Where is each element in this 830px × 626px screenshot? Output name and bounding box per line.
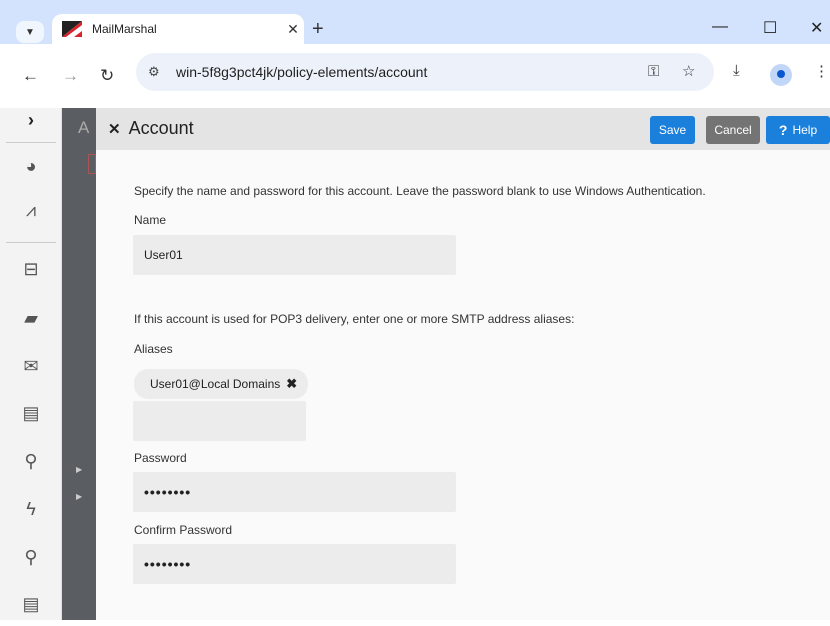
sidebar-item-server[interactable]: ⊟ [0, 247, 62, 291]
tune-icon[interactable]: ⚙ [148, 64, 176, 80]
confirm-password-label: Confirm Password [134, 523, 233, 537]
intro-text: Specify the name and password for this a… [134, 184, 706, 198]
help-button[interactable]: ? Help [766, 116, 830, 144]
browser-tab-strip: ▼ MailMarshal ✕ + — ☐ ✕ [0, 0, 830, 44]
background-heading: A [78, 118, 90, 137]
arrow-right-icon[interactable]: → [62, 66, 79, 86]
cancel-button[interactable]: Cancel [706, 116, 760, 144]
more-vertical-icon[interactable]: ⋮ [814, 62, 829, 80]
chevron-right-icon: › [28, 109, 34, 130]
alias-input[interactable] [133, 401, 306, 441]
name-label: Name [134, 213, 167, 227]
envelope-icon: ✉ [23, 355, 39, 376]
browser-tab[interactable]: MailMarshal ✕ [52, 14, 304, 44]
app-area: › ◕ ⩘ ⊟ ▰ ✉ ▤ ⚲ ϟ ⚲ ▤ A ▶ ▶ ✕ Account Sa… [0, 108, 830, 620]
key-icon[interactable]: ⚿ [648, 63, 659, 80]
password-label: Password [134, 451, 187, 465]
panel-title-text: Account [128, 118, 194, 138]
sidebar-item-search[interactable]: ⚲ [0, 439, 62, 483]
aliases-label: Aliases [134, 342, 173, 356]
confirm-password-field[interactable]: •••••••• [133, 544, 456, 584]
sidebar-item-documents-2[interactable]: ▤ [0, 582, 62, 626]
sidebar-item-documents[interactable]: ▤ [0, 391, 62, 435]
url-text: win-5f8g3pct4jk/policy-elements/account [176, 64, 428, 80]
mailmarshal-logo-icon [62, 21, 82, 37]
close-icon[interactable]: ✕ [108, 120, 121, 138]
sidebar-item-reports[interactable]: ⩘ [0, 188, 62, 232]
sidebar-item-mail[interactable]: ✉ [0, 344, 62, 388]
document-icon: ▤ [22, 593, 40, 614]
chevron-down-icon: ▼ [25, 26, 35, 38]
gauge-icon: ◕ [25, 155, 37, 176]
sidebar: › ◕ ⩘ ⊟ ▰ ✉ ▤ ⚲ ϟ ⚲ ▤ [0, 108, 62, 620]
alias-chip-text: User01@Local Domains [150, 377, 281, 391]
alias-chip: User01@Local Domains ✖ [134, 369, 308, 399]
close-icon[interactable]: ✕ [282, 21, 304, 38]
background-overlay: A ▶ ▶ [62, 108, 96, 620]
document-icon: ▤ [22, 402, 40, 423]
panel-header: ✕ Account Save Cancel ? Help [96, 108, 830, 150]
account-panel: ✕ Account Save Cancel ? Help Specify the… [96, 108, 830, 620]
browser-toolbar: ← → ↻ ⚙ win-5f8g3pct4jk/policy-elements/… [0, 44, 830, 108]
close-window-icon[interactable]: ✕ [810, 18, 823, 38]
expand-sidebar-button[interactable]: › [0, 98, 62, 142]
minimize-icon[interactable]: — [712, 18, 728, 36]
sidebar-item-folders[interactable]: ▰ [0, 296, 62, 340]
remove-icon[interactable]: ✖ [286, 376, 297, 392]
bolt-icon: ϟ [26, 498, 36, 519]
reload-icon[interactable]: ↻ [100, 66, 114, 86]
search-icon: ⚲ [24, 546, 38, 567]
plus-icon[interactable]: + [312, 18, 324, 41]
caret-right-icon: ▶ [76, 465, 83, 474]
tab-title: MailMarshal [92, 22, 157, 36]
chart-line-icon: ⩘ [25, 199, 37, 220]
arrow-left-icon[interactable]: ← [22, 66, 39, 86]
help-label: Help [792, 123, 818, 137]
caret-right-icon: ▶ [76, 492, 83, 501]
download-icon[interactable]: ⤓ [733, 62, 740, 79]
address-bar[interactable]: ⚙ win-5f8g3pct4jk/policy-elements/accoun… [136, 53, 714, 91]
sidebar-item-search-2[interactable]: ⚲ [0, 535, 62, 579]
star-icon[interactable]: ☆ [682, 62, 695, 80]
search-icon: ⚲ [24, 450, 38, 471]
sidebar-item-actions[interactable]: ϟ [0, 487, 62, 531]
background-marker [88, 154, 96, 174]
question-icon: ? [778, 122, 788, 138]
password-field[interactable]: •••••••• [133, 472, 456, 512]
maximize-icon[interactable]: ☐ [763, 18, 777, 38]
name-field[interactable]: User01 [133, 235, 456, 275]
profile-icon[interactable] [770, 64, 792, 86]
panel-title: ✕ Account [108, 118, 194, 139]
hard-drive-icon: ⊟ [23, 258, 39, 279]
folder-open-icon: ▰ [24, 307, 38, 328]
pop3-note: If this account is used for POP3 deliver… [134, 312, 575, 326]
save-button[interactable]: Save [650, 116, 695, 144]
sidebar-item-dashboard[interactable]: ◕ [0, 144, 62, 188]
tab-search-button[interactable]: ▼ [16, 21, 44, 43]
